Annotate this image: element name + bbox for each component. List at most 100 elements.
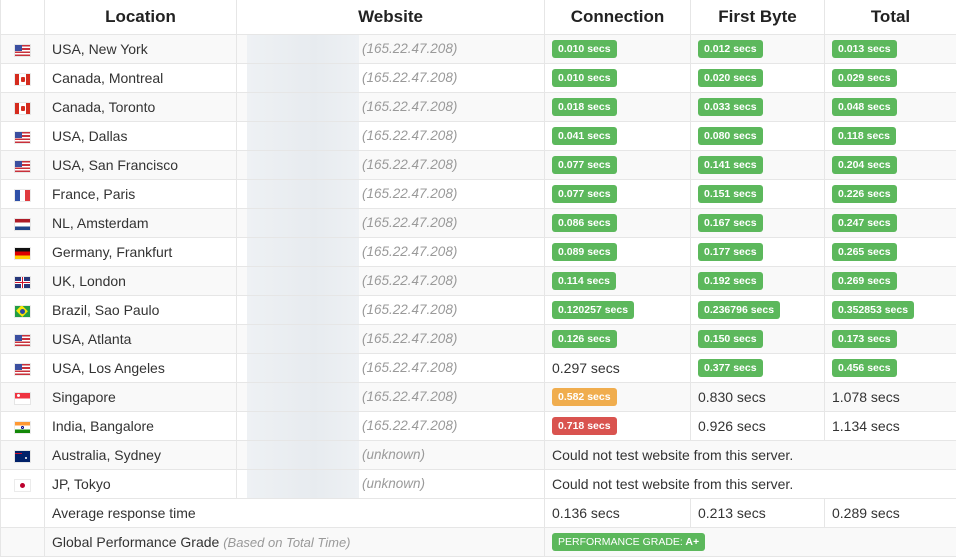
location-cell: USA, Dallas <box>44 121 237 151</box>
first-byte-cell: 0.167 secs <box>690 208 825 238</box>
table-row: Canada, Toronto (165.22.47.208) 0.018 secs… <box>0 92 956 122</box>
grade-row: Global Performance Grade (Based on Total… <box>0 527 956 557</box>
table-row: Brazil, Sao Paulo (165.22.47.208) 0.120257… <box>0 295 956 325</box>
connection-time-badge: 0.114 secs <box>552 272 616 291</box>
website-cell: (unknown) <box>236 440 545 470</box>
ip-address: (165.22.47.208) <box>362 389 458 404</box>
location-cell: Australia, Sydney <box>44 440 237 470</box>
connection-time-badge: 0.718 secs <box>552 417 617 436</box>
total-cell: 1.078 secs <box>824 382 956 412</box>
nl-flag-icon <box>15 218 30 230</box>
location-cell: Canada, Montreal <box>44 63 237 93</box>
flag-cell <box>0 34 45 64</box>
website-cell: (165.22.47.208) <box>236 382 545 412</box>
table-row: USA, Los Angeles (165.22.47.208) 0.297 sec… <box>0 353 956 383</box>
redacted-website <box>247 296 359 324</box>
website-cell: (unknown) <box>236 469 545 499</box>
location-cell: Singapore <box>44 382 237 412</box>
connection-time-badge: 0.018 secs <box>552 98 617 117</box>
connection-cell: 0.077 secs <box>544 179 691 209</box>
website-cell: (165.22.47.208) <box>236 411 545 441</box>
sg-flag-icon <box>15 392 30 404</box>
connection-time-badge: 0.582 secs <box>552 388 617 407</box>
ip-address: (unknown) <box>362 476 426 491</box>
connection-cell: 0.010 secs <box>544 63 691 93</box>
ca-flag-icon <box>15 73 30 85</box>
fr-flag-icon <box>15 189 30 201</box>
redacted-website <box>247 180 359 208</box>
website-cell: (165.22.47.208) <box>236 34 545 64</box>
flag-cell <box>0 353 45 383</box>
first-byte-cell: 0.020 secs <box>690 63 825 93</box>
connection-time-badge: 0.089 secs <box>552 243 617 262</box>
de-flag-icon <box>15 247 30 259</box>
location-cell: India, Bangalore <box>44 411 237 441</box>
first-byte-time-badge: 0.151 secs <box>698 185 763 204</box>
in-flag-icon <box>15 421 30 433</box>
first-byte-time-badge: 0.020 secs <box>698 69 763 88</box>
flag-cell <box>0 121 45 151</box>
ip-address: (165.22.47.208) <box>362 273 458 288</box>
speed-test-results-table: Location Website Connection First Byte T… <box>0 0 956 557</box>
redacted-website <box>247 93 359 121</box>
connection-time-badge: 0.010 secs <box>552 69 617 88</box>
website-column-header: Website <box>236 0 545 35</box>
website-cell: (165.22.47.208) <box>236 150 545 180</box>
ip-address: (165.22.47.208) <box>362 360 458 375</box>
location-cell: Canada, Toronto <box>44 92 237 122</box>
website-cell: (165.22.47.208) <box>236 92 545 122</box>
first-byte-time: 0.830 secs <box>698 389 766 405</box>
us-flag-icon <box>15 160 30 172</box>
first-byte-time-badge: 0.012 secs <box>698 40 763 59</box>
us-flag-icon <box>15 334 30 346</box>
flag-cell <box>0 469 45 499</box>
total-cell: 0.048 secs <box>824 92 956 122</box>
first-byte-cell: 0.080 secs <box>690 121 825 151</box>
au-flag-icon <box>15 450 30 462</box>
connection-time: 0.297 secs <box>552 360 620 376</box>
total-cell: 0.226 secs <box>824 179 956 209</box>
flag-cell <box>0 440 45 470</box>
flag-cell <box>0 295 45 325</box>
flag-cell <box>0 382 45 412</box>
ip-address: (165.22.47.208) <box>362 418 458 433</box>
connection-cell: 0.086 secs <box>544 208 691 238</box>
table-row: Singapore (165.22.47.208) 0.582 secs 0.830 … <box>0 382 956 412</box>
first-byte-time-badge: 0.167 secs <box>698 214 763 233</box>
table-row: France, Paris (165.22.47.208) 0.077 secs 0.… <box>0 179 956 209</box>
first-byte-cell: 0.192 secs <box>690 266 825 296</box>
connection-cell: 0.041 secs <box>544 121 691 151</box>
first-byte-time: 0.926 secs <box>698 418 766 434</box>
redacted-website <box>247 238 359 266</box>
first-byte-cell: 0.377 secs <box>690 353 825 383</box>
website-cell: (165.22.47.208) <box>236 179 545 209</box>
total-time-badge: 0.247 secs <box>832 214 897 233</box>
ip-address: (165.22.47.208) <box>362 70 458 85</box>
connection-cell: 0.297 secs <box>544 353 691 383</box>
connection-cell: 0.582 secs <box>544 382 691 412</box>
table-row: JP, Tokyo (unknown) Could not test website… <box>0 469 956 499</box>
connection-cell: 0.018 secs <box>544 92 691 122</box>
ip-address: (165.22.47.208) <box>362 99 458 114</box>
first-byte-cell: 0.926 secs <box>690 411 825 441</box>
total-cell: 0.247 secs <box>824 208 956 238</box>
redacted-website <box>247 151 359 179</box>
first-byte-column-header: First Byte <box>690 0 825 35</box>
total-cell: 0.013 secs <box>824 34 956 64</box>
first-byte-time-badge: 0.080 secs <box>698 127 763 146</box>
table-row: USA, San Francisco (165.22.47.208) 0.077 s… <box>0 150 956 180</box>
connection-cell: 0.126 secs <box>544 324 691 354</box>
average-connection: 0.136 secs <box>544 498 691 528</box>
grade-label-cell: Global Performance Grade (Based on Total… <box>44 527 545 557</box>
flag-cell <box>0 179 45 209</box>
total-cell: 0.456 secs <box>824 353 956 383</box>
total-column-header: Total <box>824 0 956 35</box>
connection-cell: 0.089 secs <box>544 237 691 267</box>
redacted-website <box>247 441 359 469</box>
error-message: Could not test website from this server. <box>544 469 956 499</box>
jp-flag-icon <box>15 479 30 491</box>
total-time-badge: 0.048 secs <box>832 98 897 117</box>
total-time: 1.078 secs <box>832 389 900 405</box>
location-cell: USA, Atlanta <box>44 324 237 354</box>
website-cell: (165.22.47.208) <box>236 121 545 151</box>
